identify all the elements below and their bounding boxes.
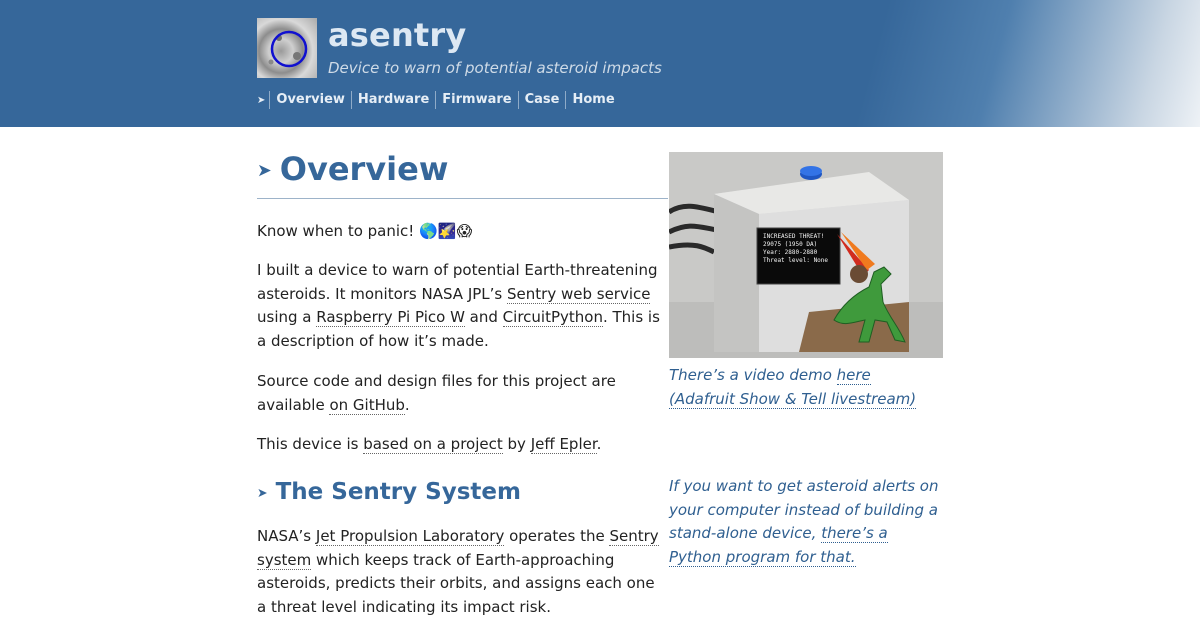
nav-item-overview[interactable]: Overview xyxy=(269,91,351,109)
screen-line-2: 29075 (1950 DA) xyxy=(763,241,817,248)
raspberry-pi-pico-link[interactable]: Raspberry Pi Pico W xyxy=(316,308,465,327)
jeff-epler-link[interactable]: Jeff Epler xyxy=(530,435,597,454)
logo-asteroid-icon[interactable] xyxy=(257,18,317,78)
page-title: ➤ Overview xyxy=(257,150,448,188)
intro-text: Know when to panic! xyxy=(257,222,415,240)
text: This device is xyxy=(257,435,364,453)
site-title[interactable]: asentry xyxy=(328,16,466,54)
nav-item-hardware[interactable]: Hardware xyxy=(350,91,435,109)
site-header: asentry Device to warn of potential aste… xyxy=(0,0,1200,127)
intro-paragraph: Know when to panic! 🌎🌠😱 xyxy=(257,220,667,244)
text: which keeps track of Earth-approaching a… xyxy=(257,550,655,616)
python-program-caption: If you want to get asteroid alerts on yo… xyxy=(669,475,941,569)
text: using a xyxy=(257,308,317,326)
globe-comet-scream-icon: 🌎🌠😱 xyxy=(419,222,473,240)
description-paragraph: I built a device to warn of potential Ea… xyxy=(257,259,667,353)
text: Source code and design files for this pr… xyxy=(257,372,616,414)
heading-divider xyxy=(257,198,668,199)
source-code-paragraph: Source code and design files for this pr… xyxy=(257,370,667,417)
site-tagline: Device to warn of potential asteroid imp… xyxy=(328,59,662,77)
text: by xyxy=(502,435,531,453)
text: There’s a video demo xyxy=(669,366,837,384)
text: NASA’s xyxy=(257,527,316,545)
nav-item-firmware[interactable]: Firmware xyxy=(435,91,517,109)
screen-line-1: INCREASED THREAT! xyxy=(763,233,824,240)
text: and xyxy=(464,308,503,326)
section-heading-sentry: ➤ The Sentry System xyxy=(257,479,521,505)
credits-paragraph: This device is based on a project by Jef… xyxy=(257,433,667,457)
screen-line-4: Threat level: None xyxy=(763,257,828,264)
github-link[interactable]: on GitHub xyxy=(329,395,405,415)
text: If you want to get asteroid alerts on yo… xyxy=(669,477,939,542)
heading-arrow-icon: ➤ xyxy=(257,485,268,500)
text: operates the xyxy=(504,527,610,545)
nav-item-case[interactable]: Case xyxy=(517,91,566,109)
page-title-text: Overview xyxy=(279,150,449,188)
circuitpython-link[interactable]: CircuitPython xyxy=(502,308,603,327)
current-page-arrow-icon: ➤ xyxy=(257,94,266,106)
video-demo-caption: There’s a video demo here (Adafruit Show… xyxy=(669,364,941,411)
device-photo: INCREASED THREAT! 29075 (1950 DA) Year: … xyxy=(669,152,943,358)
heading-arrow-icon: ➤ xyxy=(257,161,272,181)
jpl-link[interactable]: Jet Propulsion Laboratory xyxy=(315,527,505,546)
sentry-web-service-link[interactable]: Sentry web service xyxy=(507,284,651,304)
screen-line-3: Year: 2880-2880 xyxy=(763,249,818,256)
main-nav: ➤ Overview Hardware Firmware Case Home xyxy=(257,91,621,109)
based-on-project-link[interactable]: based on a project xyxy=(363,435,503,454)
section-heading-text: The Sentry System xyxy=(275,479,521,505)
text: . xyxy=(596,435,602,453)
sentry-paragraph: NASA’s Jet Propulsion Laboratory operate… xyxy=(257,525,667,619)
nav-item-home[interactable]: Home xyxy=(565,91,620,109)
text: . xyxy=(404,395,410,414)
